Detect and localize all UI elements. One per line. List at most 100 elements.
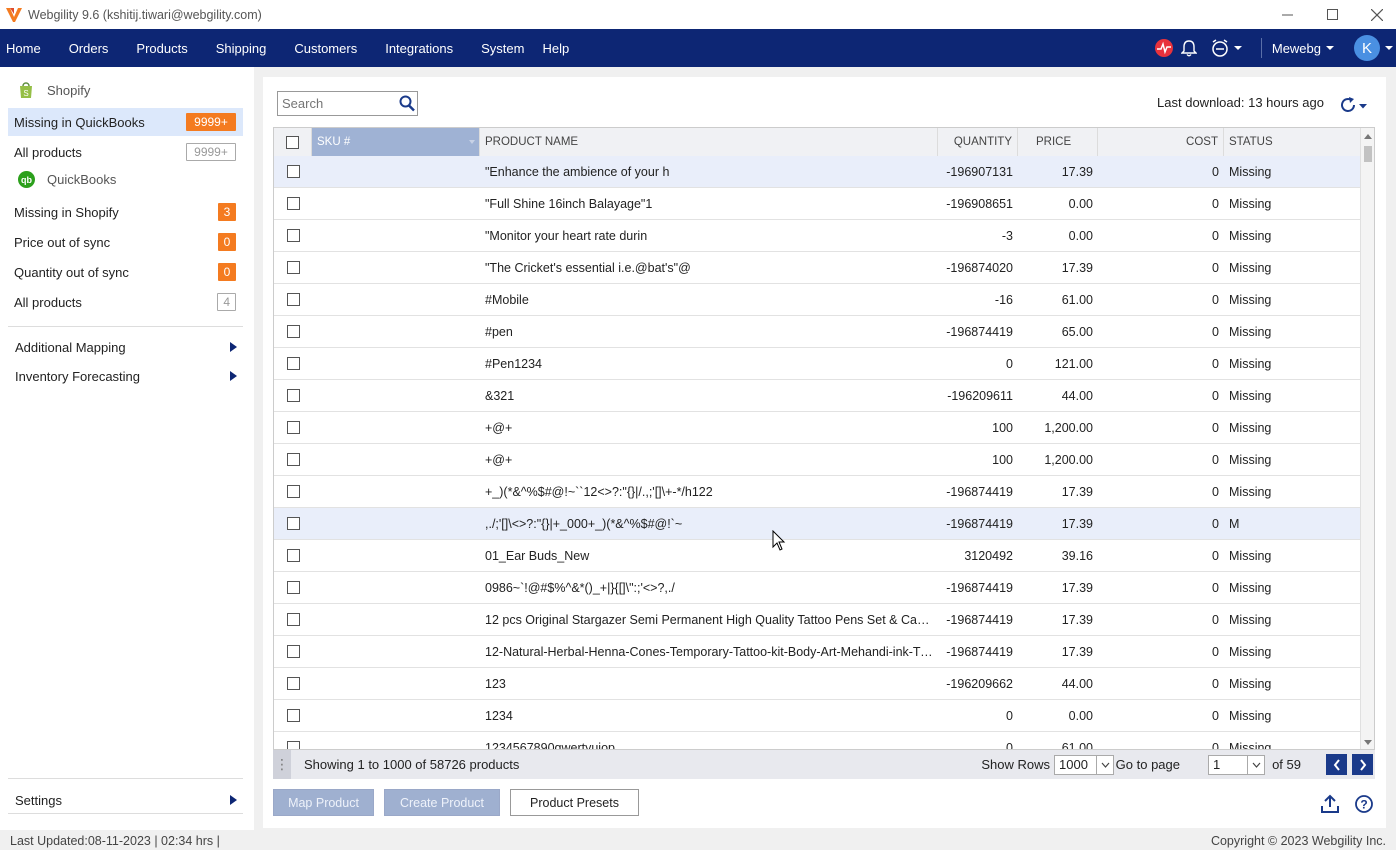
export-upload-icon[interactable] [1320, 794, 1340, 814]
table-row[interactable]: 1234567890qwertyuiop 0 61.00 0 Missing [274, 732, 1362, 749]
table-row[interactable]: +@+ 100 1,200.00 0 Missing [274, 444, 1362, 476]
row-checkbox[interactable] [286, 229, 300, 242]
table-row[interactable]: 123 -196209662 44.00 0 Missing [274, 668, 1362, 700]
scroll-down-icon[interactable] [1364, 740, 1372, 745]
nav-orders[interactable]: Orders [61, 41, 117, 56]
status-cell: Missing [1229, 324, 1272, 339]
table-row[interactable]: 01_Ear Buds_New 3120492 39.16 0 Missing [274, 540, 1362, 572]
close-window-button[interactable] [1354, 0, 1396, 29]
search-icon[interactable] [399, 95, 415, 112]
status-cell: Missing [1229, 260, 1272, 275]
row-checkbox[interactable] [286, 453, 300, 466]
nav-integrations[interactable]: Integrations [377, 41, 461, 56]
drag-handle-icon[interactable]: ⋮ [273, 750, 291, 779]
show-rows-select[interactable]: 1000 [1054, 754, 1114, 775]
avatar-chevron-down-icon[interactable] [1384, 45, 1394, 51]
account-chevron-down-icon[interactable] [1325, 45, 1335, 51]
account-name[interactable]: Mewebg [1272, 41, 1321, 56]
row-checkbox[interactable] [286, 165, 300, 178]
table-row[interactable]: ,./;'[]\<>?:"{}|+_000+_)(*&^%$#@!`~ -1968… [274, 508, 1362, 540]
row-checkbox[interactable] [286, 357, 300, 370]
table-row[interactable]: &321 -196209611 44.00 0 Missing [274, 380, 1362, 412]
sidebar-item-missing-in-quickbooks[interactable]: Missing in QuickBooks 9999+ [8, 108, 243, 136]
next-page-button[interactable] [1352, 754, 1373, 775]
price-cell: 0.00 [1068, 196, 1093, 211]
scrollbar-thumb[interactable] [1364, 146, 1372, 162]
maximize-button[interactable] [1309, 0, 1355, 29]
notification-bell-icon[interactable] [1180, 39, 1197, 57]
row-checkbox[interactable] [286, 293, 300, 306]
refresh-chevron-down-icon[interactable] [1359, 104, 1367, 109]
minimize-button[interactable] [1264, 0, 1310, 29]
table-row[interactable]: +@+ 100 1,200.00 0 Missing [274, 412, 1362, 444]
search-input[interactable] [278, 92, 396, 115]
sidebar-item-price-out-of-sync[interactable]: Price out of sync 0 [8, 228, 243, 256]
nav-home[interactable]: Home [0, 41, 49, 56]
row-checkbox[interactable] [286, 261, 300, 274]
table-row[interactable]: "The Cricket's essential i.e.@bat's"@ -19… [274, 252, 1362, 284]
product-name-cell: +@+ [485, 452, 513, 467]
table-row[interactable]: #Mobile -16 61.00 0 Missing [274, 284, 1362, 316]
timer-alarm-icon[interactable] [1211, 39, 1229, 57]
sidebar-item-qb-all-products[interactable]: All products 4 [8, 288, 243, 316]
row-checkbox[interactable] [286, 581, 300, 594]
column-header-sku[interactable]: SKU # [312, 128, 480, 156]
table-row[interactable]: +_)(*&^%$#@!~``12<>?:"{}|/.,;'[]\+-*/h12… [274, 476, 1362, 508]
row-checkbox[interactable] [286, 421, 300, 434]
sidebar-item-settings[interactable]: Settings [8, 786, 243, 814]
shopify-bag-icon: S [20, 82, 32, 98]
refresh-icon[interactable] [1338, 95, 1358, 115]
table-row[interactable]: 12 pcs Original Stargazer Semi Permanent… [274, 604, 1362, 636]
map-product-button[interactable]: Map Product [273, 789, 374, 816]
nav-help[interactable]: Help [534, 41, 577, 56]
sidebar-item-missing-in-shopify[interactable]: Missing in Shopify 3 [8, 198, 243, 226]
table-row[interactable]: "Enhance the ambience of your h -19690713… [274, 156, 1362, 188]
chevron-down-icon[interactable] [1233, 45, 1243, 51]
sidebar-item-shopify-all-products[interactable]: All products 9999+ [8, 138, 243, 166]
nav-products[interactable]: Products [128, 41, 195, 56]
row-checkbox[interactable] [286, 645, 300, 658]
row-checkbox-cell [274, 421, 312, 434]
column-header-price[interactable]: PRICE [1018, 128, 1098, 156]
column-header-status[interactable]: STATUS [1224, 128, 1362, 156]
table-row[interactable]: #Pen1234 0 121.00 0 Missing [274, 348, 1362, 380]
user-avatar[interactable]: K [1354, 35, 1380, 61]
table-row[interactable]: 12-Natural-Herbal-Henna-Cones-Temporary-… [274, 636, 1362, 668]
row-checkbox[interactable] [286, 741, 300, 749]
table-row[interactable]: 0986~`!@#$%^&*()_+|}{[]\":;'<>?,./ -19687… [274, 572, 1362, 604]
page-select[interactable]: 1 [1208, 754, 1265, 775]
row-checkbox[interactable] [286, 197, 300, 210]
row-checkbox[interactable] [286, 677, 300, 690]
nav-shipping[interactable]: Shipping [208, 41, 275, 56]
table-row[interactable]: "Monitor your heart rate durin -3 0.00 0 Mis… [274, 220, 1362, 252]
table-row[interactable]: 1234 0 0.00 0 Missing [274, 700, 1362, 732]
row-checkbox[interactable] [286, 549, 300, 562]
nav-system[interactable]: System [473, 41, 532, 56]
sidebar-item-inventory-forecasting[interactable]: Inventory Forecasting [8, 362, 243, 390]
table-row[interactable]: "Full Shine 16inch Balayage"1 -196908651 0… [274, 188, 1362, 220]
row-checkbox[interactable] [286, 485, 300, 498]
nav-customers[interactable]: Customers [286, 41, 365, 56]
svg-text:S: S [23, 89, 28, 98]
status-cell: Missing [1229, 452, 1272, 467]
row-checkbox[interactable] [286, 709, 300, 722]
price-cell: 121.00 [1054, 356, 1093, 371]
column-header-quantity[interactable]: QUANTITY [938, 128, 1018, 156]
row-checkbox[interactable] [286, 517, 300, 530]
table-row[interactable]: #pen -196874419 65.00 0 Missing [274, 316, 1362, 348]
row-checkbox[interactable] [286, 613, 300, 626]
column-header-product-name[interactable]: PRODUCT NAME [480, 128, 938, 156]
previous-page-button[interactable] [1326, 754, 1347, 775]
sidebar-item-quantity-out-of-sync[interactable]: Quantity out of sync 0 [8, 258, 243, 286]
sidebar-item-additional-mapping[interactable]: Additional Mapping [8, 333, 243, 361]
product-presets-button[interactable]: Product Presets [510, 789, 639, 816]
scroll-up-icon[interactable] [1364, 134, 1372, 139]
create-product-button[interactable]: Create Product [384, 789, 500, 816]
select-all-checkbox[interactable] [286, 135, 299, 149]
activity-monitor-icon[interactable] [1154, 39, 1173, 57]
help-icon[interactable]: ? [1354, 794, 1374, 814]
vertical-scrollbar[interactable] [1360, 128, 1374, 749]
row-checkbox[interactable] [286, 389, 300, 402]
column-header-cost[interactable]: COST [1098, 128, 1224, 156]
row-checkbox[interactable] [286, 325, 300, 338]
